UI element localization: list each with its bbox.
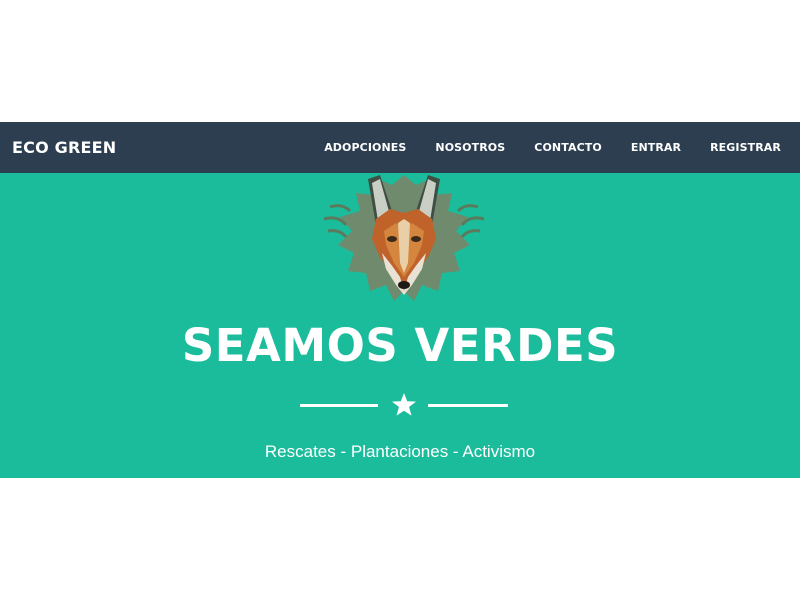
navbar: ECO GREEN ADOPCIONES NOSOTROS CONTACTO E… xyxy=(0,122,800,173)
nav-link-nosotros[interactable]: NOSOTROS xyxy=(435,141,505,154)
hero-title: SEAMOS VERDES xyxy=(181,319,619,372)
hero-subtitle: Rescates - Plantaciones - Activismo xyxy=(264,442,536,461)
nav-link-adopciones[interactable]: ADOPCIONES xyxy=(324,141,406,154)
divider-line-left xyxy=(300,404,378,407)
hero-section: SEAMOS VERDES Rescates - Plantaciones - … xyxy=(0,173,800,478)
nav-link-entrar[interactable]: ENTRAR xyxy=(631,141,681,154)
star-icon xyxy=(392,393,416,416)
nav-link-contacto[interactable]: CONTACTO xyxy=(534,141,602,154)
brand-logo[interactable]: ECO GREEN xyxy=(12,138,116,157)
maned-wolf-avatar xyxy=(318,173,490,305)
nav-link-registrar[interactable]: REGISTRAR xyxy=(710,141,781,154)
nav-links: ADOPCIONES NOSOTROS CONTACTO ENTRAR REGI… xyxy=(295,141,781,154)
page: ECO GREEN ADOPCIONES NOSOTROS CONTACTO E… xyxy=(0,0,800,600)
divider-line-right xyxy=(428,404,508,407)
star-divider xyxy=(298,391,510,419)
